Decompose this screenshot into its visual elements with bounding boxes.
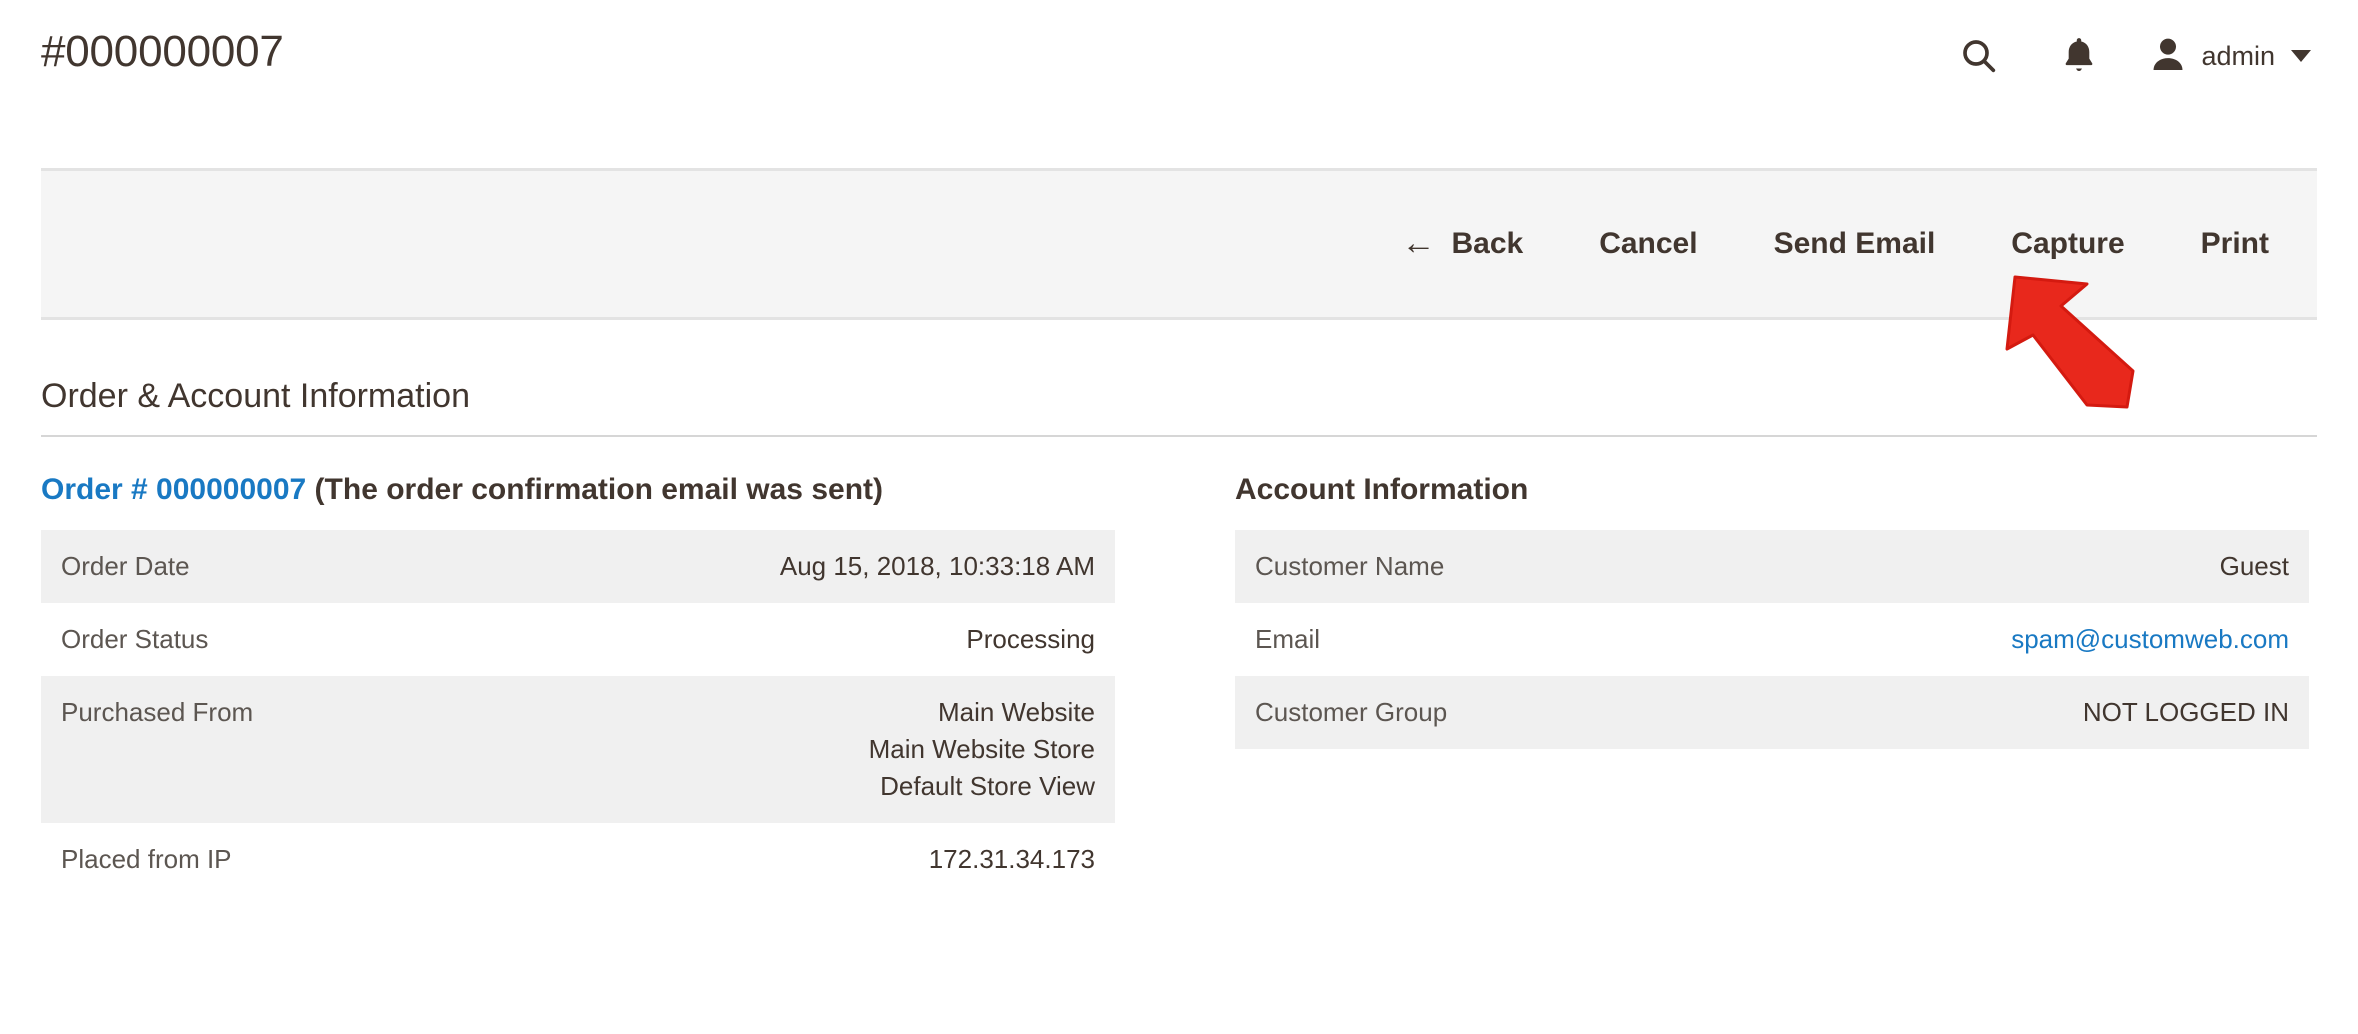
order-info-row-label: Purchased From bbox=[41, 676, 575, 823]
back-button[interactable]: ← Back bbox=[1363, 215, 1561, 273]
order-info-row: Order Date Aug 15, 2018, 10:33:18 AM bbox=[41, 530, 1115, 603]
chevron-down-icon bbox=[2291, 50, 2311, 62]
cancel-button[interactable]: Cancel bbox=[1561, 215, 1735, 273]
account-info-row-value: NOT LOGGED IN bbox=[1769, 676, 2309, 749]
account-information-rows: Customer Name Guest Email spam@customweb.co… bbox=[1235, 530, 2309, 749]
section-title: Order & Account Information bbox=[41, 320, 2317, 437]
account-info-row-label: Email bbox=[1235, 603, 1769, 676]
back-button-label: Back bbox=[1451, 227, 1523, 261]
order-info-row-value-line: Default Store View bbox=[595, 768, 1095, 805]
account-info-row-value-line: Guest bbox=[1789, 548, 2289, 585]
order-number-link[interactable]: Order # 000000007 bbox=[41, 473, 306, 506]
account-info-row-label: Customer Name bbox=[1235, 530, 1769, 603]
account-info-row-value: Guest bbox=[1769, 530, 2309, 603]
header-tools: admin bbox=[1929, 0, 2317, 84]
cancel-button-label: Cancel bbox=[1599, 227, 1697, 261]
account-info-row: Email spam@customweb.com bbox=[1235, 603, 2309, 676]
account-info-row: Customer Name Guest bbox=[1235, 530, 2309, 603]
notifications-button[interactable] bbox=[2029, 28, 2129, 84]
email-link[interactable]: spam@customweb.com bbox=[1789, 621, 2289, 658]
order-information-table: Order DateAug 15, 2018, 10:33:18 AMOrder… bbox=[41, 530, 1115, 895]
order-info-row-label: Order Status bbox=[41, 603, 575, 676]
order-info-row-value-line: Main Website bbox=[595, 694, 1095, 731]
order-info-row: Order Status Processing bbox=[41, 603, 1115, 676]
order-info-row-value: 172.31.34.173 bbox=[575, 823, 1115, 896]
order-info-row-value-line: Aug 15, 2018, 10:33:18 AM bbox=[595, 548, 1095, 585]
account-information-table: Customer Name Guest Email spam@customweb.co… bbox=[1235, 530, 2309, 749]
capture-button[interactable]: Capture bbox=[1973, 215, 2162, 273]
account-info-row-value[interactable]: spam@customweb.com bbox=[1769, 603, 2309, 676]
order-email-note: (The order confirmation email was sent) bbox=[306, 473, 883, 506]
order-info-row-value: Aug 15, 2018, 10:33:18 AM bbox=[575, 530, 1115, 603]
order-info-row: Purchased FromMain WebsiteMain Website S… bbox=[41, 676, 1115, 823]
print-button-label: Print bbox=[2201, 227, 2269, 261]
arrow-left-icon: ← bbox=[1401, 226, 1435, 260]
notifications-icon bbox=[2060, 36, 2098, 76]
order-info-row-value-line: 172.31.34.173 bbox=[595, 841, 1095, 878]
order-information-rows: Order DateAug 15, 2018, 10:33:18 AMOrder… bbox=[41, 530, 1115, 895]
send-email-button[interactable]: Send Email bbox=[1736, 215, 1974, 273]
order-information-column: Order # 000000007 (The order confirmatio… bbox=[41, 471, 1115, 896]
order-information-heading: Order # 000000007 (The order confirmatio… bbox=[41, 471, 1115, 531]
account-info-row: Customer Group NOT LOGGED IN bbox=[1235, 676, 2309, 749]
admin-menu[interactable]: admin bbox=[2129, 34, 2317, 79]
account-information-column: Account Information Customer Name Guest Em… bbox=[1235, 471, 2309, 896]
order-info-row-value-line: Processing bbox=[595, 621, 1095, 658]
main-content: Order & Account Information Order # 0000… bbox=[0, 320, 2358, 896]
print-button[interactable]: Print bbox=[2163, 215, 2307, 273]
order-info-row: Placed from IP 172.31.34.173 bbox=[41, 823, 1115, 896]
search-icon bbox=[1959, 36, 1999, 76]
account-information-heading: Account Information bbox=[1235, 471, 2309, 531]
capture-button-label: Capture bbox=[2011, 227, 2124, 261]
order-info-row-value: Main WebsiteMain Website StoreDefault St… bbox=[575, 676, 1115, 823]
order-info-row-value-line: Main Website Store bbox=[595, 731, 1095, 768]
order-info-row-value: Processing bbox=[575, 603, 1115, 676]
info-columns: Order # 000000007 (The order confirmatio… bbox=[41, 437, 2317, 896]
search-button[interactable] bbox=[1929, 28, 2029, 84]
page-header: #000000007 bbox=[0, 0, 2358, 168]
order-info-row-label: Placed from IP bbox=[41, 823, 575, 896]
order-info-row-label: Order Date bbox=[41, 530, 575, 603]
page-actions-toolbar: ← Back Cancel Send Email Capture Print bbox=[41, 168, 2317, 320]
admin-username: admin bbox=[2201, 41, 2275, 72]
page-title: #000000007 bbox=[41, 0, 284, 78]
user-icon bbox=[2149, 34, 2187, 79]
account-info-row-value-line: NOT LOGGED IN bbox=[1789, 694, 2289, 731]
account-info-row-label: Customer Group bbox=[1235, 676, 1769, 749]
send-email-button-label: Send Email bbox=[1774, 227, 1936, 261]
